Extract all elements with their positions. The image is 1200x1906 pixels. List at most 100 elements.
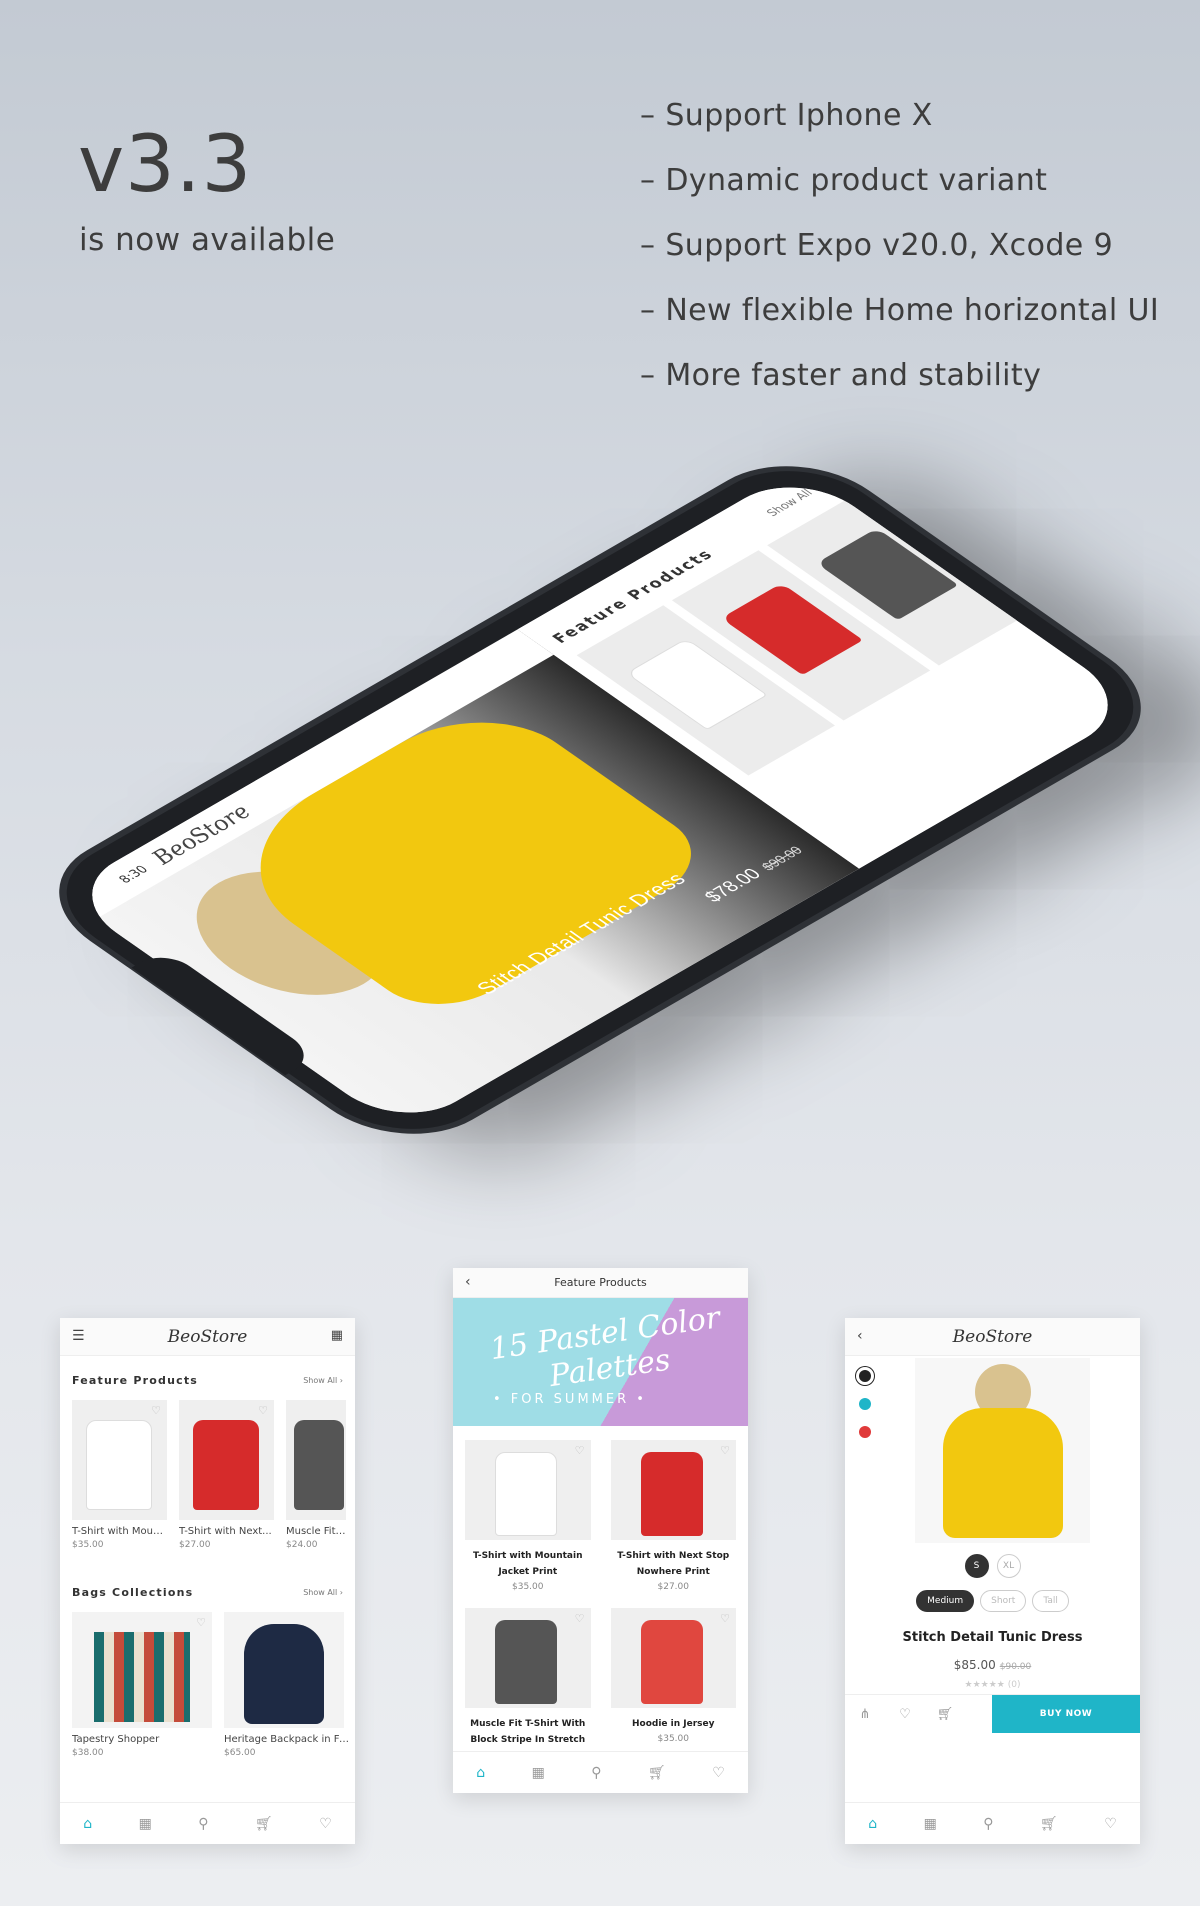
section-title: Feature Products — [72, 1373, 199, 1387]
home-icon[interactable]: ⌂ — [868, 1816, 877, 1832]
section-title: Bags Collections — [72, 1585, 194, 1599]
promo-banner[interactable]: 15 Pastel Color Palettes • FOR SUMMER • — [453, 1298, 748, 1426]
menu-icon[interactable]: ☰ — [72, 1328, 85, 1344]
wishlist-icon[interactable]: ♡ — [1104, 1816, 1117, 1832]
color-option[interactable] — [859, 1398, 871, 1410]
product-image: ♡ — [72, 1400, 167, 1520]
back-icon[interactable]: ‹ — [857, 1328, 863, 1344]
section-header: Bags Collections Show All › — [60, 1578, 355, 1606]
categories-icon[interactable]: ▦ — [532, 1765, 545, 1781]
red-hoodie-shape — [640, 1620, 703, 1704]
cart-icon[interactable]: 🛒︎ — [648, 1765, 666, 1781]
search-icon[interactable]: ⚲ — [591, 1765, 601, 1781]
wishlist-icon[interactable]: ♡ — [712, 1765, 725, 1781]
feature-products-screen: ‹ Feature Products 15 Pastel Color Palet… — [453, 1268, 748, 1793]
search-icon[interactable]: ⚲ — [983, 1816, 993, 1832]
color-option[interactable] — [859, 1426, 871, 1438]
product-grid: ♡ T-Shirt with Mountain Jacket Print $35… — [453, 1426, 748, 1748]
phone-screen: 8:30 BeoStore Stitch Detail Tunic Dress … — [60, 467, 1140, 1133]
length-option[interactable]: Tall — [1032, 1590, 1069, 1612]
show-all-label: Show All — [303, 1587, 338, 1597]
product-card[interactable]: ♡ Tapestry Shopper $38.00 — [72, 1612, 212, 1758]
product-image: ♡ — [465, 1608, 591, 1708]
color-picker — [859, 1370, 871, 1438]
product-image: ♡ — [610, 1608, 736, 1708]
grid-icon[interactable]: ▦ — [331, 1328, 343, 1343]
heart-icon[interactable]: ♡ — [720, 1444, 730, 1457]
product-row: ♡ Tapestry Shopper $38.00 Heritage Backp… — [60, 1606, 355, 1758]
tab-bar: ⌂ ▦ ⚲ 🛒︎ ♡ — [845, 1802, 1140, 1844]
heart-icon[interactable]: ♡ — [196, 1616, 206, 1629]
version-title: v3.3 — [78, 120, 253, 210]
heart-icon[interactable]: ♡ — [575, 1612, 585, 1625]
feature-item: – Support Iphone X — [640, 98, 933, 133]
product-card[interactable]: ♡ T-Shirt with Moun... $35.00 — [72, 1400, 167, 1550]
categories-icon[interactable]: ▦ — [139, 1816, 152, 1832]
product-price: $35.00 — [657, 1734, 690, 1744]
size-option[interactable]: XL — [996, 1554, 1021, 1578]
cart-icon[interactable]: 🛒︎ — [255, 1816, 273, 1832]
list-header: ‹ Feature Products — [453, 1268, 748, 1298]
white-shirt-shape — [495, 1452, 557, 1536]
wishlist-icon[interactable]: ♡ — [319, 1816, 332, 1832]
product-image: ♡ — [610, 1440, 736, 1540]
product-name: T-Shirt with Next... — [179, 1526, 272, 1537]
old-price: $90.00 — [999, 1662, 1032, 1672]
cart-icon[interactable]: 🛒︎ — [1040, 1816, 1058, 1832]
buy-now-button[interactable]: BUY NOW — [992, 1695, 1140, 1733]
product-row: ♡ T-Shirt with Moun... $35.00 ♡ T-Shirt … — [60, 1394, 355, 1550]
product-detail-screen: ‹ BeoStore S XL Medium Short Tall Stitch… — [845, 1318, 1140, 1844]
grey-shirt-shape — [294, 1420, 344, 1510]
categories-icon[interactable]: ▦ — [924, 1816, 937, 1832]
heart-icon[interactable]: ♡ — [720, 1612, 730, 1625]
home-icon[interactable]: ⌂ — [83, 1816, 92, 1832]
product-card[interactable]: ♡ T-Shirt with Mountain Jacket Print $35… — [465, 1440, 591, 1592]
product-price: $24.00 — [286, 1540, 318, 1550]
heart-icon[interactable]: ♡ — [151, 1404, 161, 1417]
product-card[interactable]: ♡ Muscle Fit T-Shirt With Block Stripe I… — [465, 1608, 591, 1748]
tab-bar: ⌂ ▦ ⚲ 🛒︎ ♡ — [60, 1802, 355, 1844]
show-all-link[interactable]: Show All › — [303, 1376, 343, 1385]
length-option[interactable]: Medium — [916, 1590, 975, 1612]
show-all-link[interactable]: Show All › — [303, 1588, 343, 1597]
tab-bar: ⌂ ▦ ⚲ 🛒︎ ♡ — [453, 1751, 748, 1793]
banner-subline: • FOR SUMMER • — [493, 1392, 647, 1407]
product-price: $35.00 — [512, 1582, 544, 1592]
brand-logo: BeoStore — [952, 1326, 1033, 1347]
feature-item: – Dynamic product variant — [640, 163, 1048, 198]
product-card[interactable]: ♡ T-Shirt with Next... $27.00 — [179, 1400, 274, 1550]
color-option[interactable] — [859, 1370, 871, 1382]
product-card[interactable]: ♡ Hoodie in Jersey $35.00 — [610, 1608, 736, 1748]
banner-headline: 15 Pastel Color Palettes — [487, 1300, 723, 1395]
rating: ★★★★★ (0) — [964, 1680, 1021, 1690]
size-option[interactable]: S — [964, 1554, 989, 1578]
heart-icon[interactable]: ♡ — [885, 1707, 925, 1722]
search-icon[interactable]: ⚲ — [198, 1816, 208, 1832]
heart-icon[interactable]: ♡ — [575, 1444, 585, 1457]
grey-shirt-shape — [495, 1620, 557, 1704]
product-image: ♡ — [465, 1440, 591, 1540]
status-time: 8:30 — [115, 863, 152, 886]
product-image — [286, 1400, 346, 1520]
product-card[interactable]: ♡ T-Shirt with Next Stop Nowhere Print $… — [610, 1440, 736, 1592]
availability-subtitle: is now available — [79, 222, 336, 258]
action-bar: ⋔ ♡ 🛒︎ BUY NOW — [845, 1694, 1140, 1734]
back-icon[interactable]: ‹ — [465, 1274, 471, 1290]
product-name: Stitch Detail Tunic Dress — [902, 1630, 1083, 1645]
product-card[interactable]: Heritage Backpack in Feath $65.00 — [224, 1612, 354, 1758]
page-title: Feature Products — [554, 1276, 647, 1289]
product-image — [224, 1612, 344, 1728]
show-all-link[interactable]: Show All — [764, 487, 816, 519]
product-name: Tapestry Shopper — [72, 1734, 160, 1745]
product-name: Muscle Fit T-Sh — [286, 1526, 346, 1537]
product-card[interactable]: Muscle Fit T-Sh $24.00 — [286, 1400, 346, 1550]
length-option[interactable]: Short — [980, 1590, 1027, 1612]
product-price: $27.00 — [179, 1540, 211, 1550]
heart-icon[interactable]: ♡ — [258, 1404, 268, 1417]
cart-icon[interactable]: 🛒︎ — [925, 1707, 965, 1722]
product-price: $38.00 — [72, 1748, 104, 1758]
product-price: $27.00 — [657, 1582, 690, 1592]
home-icon[interactable]: ⌂ — [476, 1765, 485, 1781]
share-icon[interactable]: ⋔ — [845, 1707, 885, 1722]
product-name: Hoodie in Jersey — [631, 1719, 715, 1729]
